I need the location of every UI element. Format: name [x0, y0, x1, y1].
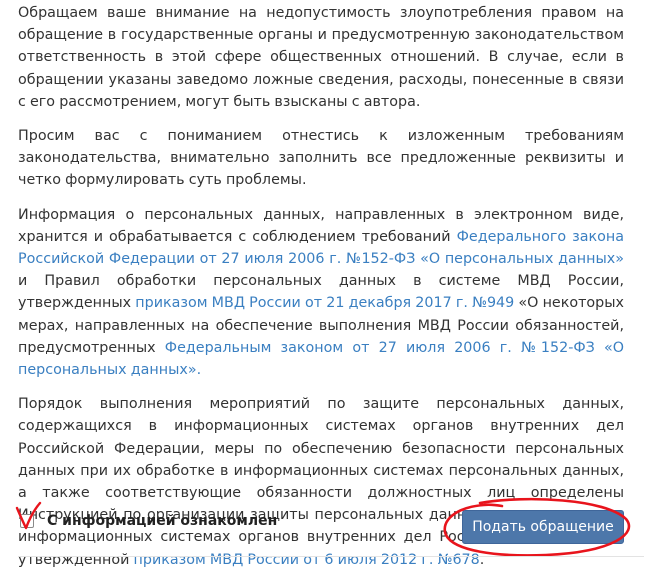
paragraph-fill-request: Просим вас с пониманием отнестись к изло…: [18, 128, 624, 189]
text-segment: .: [479, 551, 485, 568]
agreement-row: С информацией ознакомлен Подать обращени…: [15, 501, 628, 544]
notice-text: Обращаем ваше внимание на недопустимость…: [18, 2, 624, 583]
paragraph-protection-procedure: Порядок выполнения мероприятий по защите…: [18, 393, 624, 571]
submit-appeal-button[interactable]: Подать обращение: [462, 510, 624, 544]
bottom-divider: [18, 556, 644, 557]
link-order-678[interactable]: приказом МВД России от 6 июля 2012 г. №6…: [134, 552, 480, 568]
check-mark-icon: [15, 501, 42, 530]
link-order-949[interactable]: приказом МВД России от 21 декабря 2017 г…: [135, 295, 514, 311]
paragraph-personal-data: Информация о персональных данных, направ…: [18, 204, 624, 382]
paragraph-abuse-warning: Обращаем ваше внимание на недопустимость…: [18, 5, 624, 110]
agreement-checkbox-label[interactable]: С информацией ознакомлен: [47, 513, 277, 529]
